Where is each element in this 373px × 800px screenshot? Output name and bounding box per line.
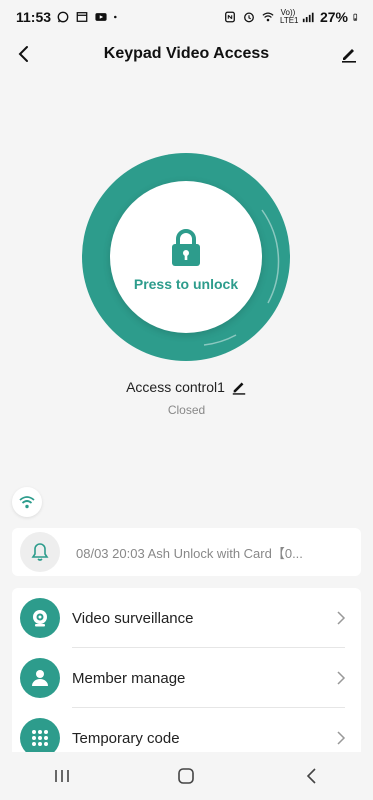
log-text: 08/03 20:03 Ash Unlock with Card【0...	[76, 545, 303, 561]
keypad-icon	[32, 730, 48, 746]
menu-card: Video surveillance Member manage Tempora…	[12, 588, 361, 768]
status-bar: 11:53 Vo)) LTE1 27%	[0, 0, 373, 34]
device-name-row: Access control1	[0, 377, 373, 397]
signal-icon	[302, 12, 314, 23]
back-button[interactable]	[10, 40, 38, 68]
pencil-icon[interactable]	[231, 379, 247, 395]
pencil-icon	[342, 49, 356, 63]
system-nav-bar	[0, 752, 373, 800]
recent-log-card[interactable]: 08/03 20:03 Ash Unlock with Card【0...	[12, 528, 361, 576]
recent-apps-button[interactable]	[42, 761, 82, 791]
camera-icon	[33, 610, 47, 627]
menu-item-video-surveillance[interactable]: Video surveillance	[12, 588, 361, 648]
page-title: Keypad Video Access	[103, 45, 270, 62]
lock-icon	[172, 229, 200, 266]
unlock-label: Press to unlock	[133, 276, 239, 292]
unlock-ring: Press to unlock	[82, 153, 290, 361]
back-icon	[306, 768, 316, 784]
menu-item-member-manage[interactable]: Member manage	[12, 648, 361, 708]
menu-label: Temporary code	[72, 729, 180, 747]
whatsapp-icon	[57, 11, 69, 23]
chevron-right-icon	[337, 671, 346, 685]
gallery-icon	[76, 12, 88, 22]
nfc-icon	[225, 11, 235, 23]
wifi-status-button[interactable]	[12, 487, 42, 517]
menu-label: Video surveillance	[72, 609, 194, 627]
recent-apps-icon	[55, 770, 69, 782]
battery-percent: 27%	[319, 9, 348, 25]
chevron-right-icon	[337, 611, 346, 625]
battery-icon	[353, 13, 358, 21]
status-right: Vo)) LTE1 27%	[223, 9, 361, 25]
header: Keypad Video Access	[0, 34, 373, 74]
system-back-button[interactable]	[291, 761, 331, 791]
alarm-icon	[244, 12, 254, 23]
unlock-button[interactable]: Press to unlock	[110, 181, 262, 333]
chevron-left-icon	[18, 46, 28, 62]
status-time: 11:53	[16, 9, 52, 25]
menu-icon-wrap	[20, 658, 60, 698]
home-icon	[178, 768, 195, 784]
bell-icon	[31, 543, 49, 561]
wifi-icon	[262, 12, 274, 22]
status-left: 11:53	[16, 9, 121, 25]
device-name: Access control1	[126, 379, 225, 395]
device-state: Closed	[167, 403, 206, 417]
log-bell	[20, 532, 60, 572]
menu-label: Member manage	[72, 669, 186, 687]
youtube-icon	[95, 13, 107, 21]
network-label: Vo)) LTE1	[279, 8, 299, 25]
chevron-right-icon	[337, 731, 346, 745]
menu-icon-wrap	[20, 598, 60, 638]
home-button[interactable]	[166, 761, 206, 791]
person-icon	[32, 670, 48, 686]
wifi-icon	[19, 496, 35, 509]
edit-device-button[interactable]	[335, 40, 363, 68]
dot-icon	[114, 15, 117, 19]
